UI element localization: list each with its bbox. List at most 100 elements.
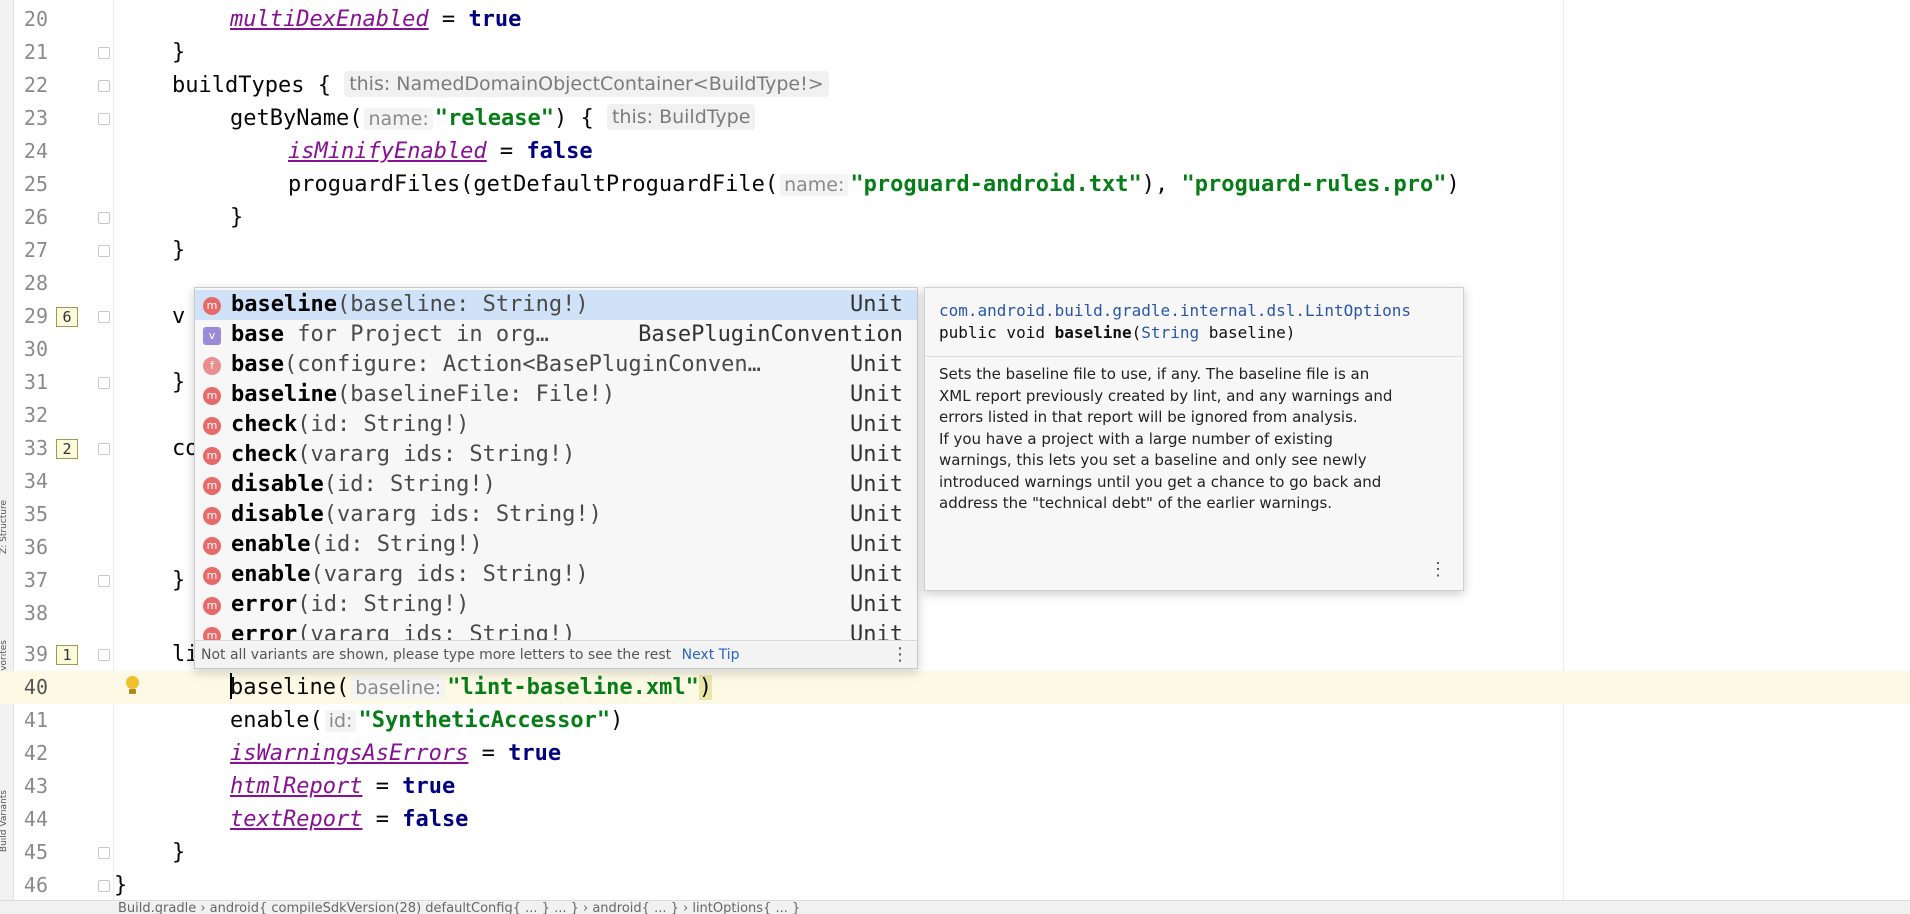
code-text: } — [230, 205, 244, 230]
completion-item-name: base(configure: Action<BasePluginConven… — [231, 352, 761, 377]
completion-item[interactable]: m check(id: String!) Unit — [195, 410, 917, 440]
completion-item[interactable]: m baseline(baselineFile: File!) Unit — [195, 380, 917, 410]
code-line: 42 isWarningsAsErrors = true — [0, 737, 1910, 770]
doc-body-line: XML report previously created by lint, a… — [939, 386, 1393, 405]
completion-item[interactable]: m disable(id: String!) Unit — [195, 470, 917, 500]
code-text: htmlReport = true — [230, 774, 456, 799]
fold-marker-icon[interactable] — [98, 80, 110, 92]
completion-item-type: Unit — [850, 562, 903, 587]
lightbulb-icon[interactable] — [124, 676, 140, 698]
code-line: 25 proguardFiles(getDefaultProguardFile(… — [0, 168, 1910, 201]
usage-count-badge[interactable]: 6 — [56, 307, 78, 327]
line-number: 20 — [23, 7, 48, 31]
completion-item[interactable]: m enable(vararg ids: String!) Unit — [195, 560, 917, 590]
line-number: 42 — [23, 741, 48, 765]
completion-item-name: enable(vararg ids: String!) — [231, 562, 589, 587]
doc-body-line: warnings, this lets you set a baseline a… — [939, 451, 1367, 469]
fold-marker-icon[interactable] — [98, 245, 110, 257]
fold-marker-icon[interactable] — [98, 575, 110, 587]
line-number: 23 — [23, 106, 48, 130]
code-text: proguardFiles(getDefaultProguardFile(nam… — [288, 172, 1460, 197]
completion-item[interactable]: m error(id: String!) Unit — [195, 590, 917, 620]
fold-marker-icon[interactable] — [98, 113, 110, 125]
code-line: 45 } — [0, 836, 1910, 869]
current-code-line: 40 baseline(baseline: "lint-baseline.xml"… — [0, 671, 1910, 704]
code-completion-popup[interactable]: m baseline(baseline: String!) Unit v base fo… — [194, 287, 918, 669]
doc-package[interactable]: com.android.build.gradle.internal.dsl.Li… — [939, 300, 1411, 322]
code-line: 26 } — [0, 201, 1910, 234]
fold-marker-icon[interactable] — [98, 649, 110, 661]
next-tip-link[interactable]: Next Tip — [682, 647, 740, 663]
type-hint: this: NamedDomainObjectContainer<BuildTy… — [344, 71, 829, 97]
completion-item-type: Unit — [850, 382, 903, 407]
code-line: 43 htmlReport = true — [0, 770, 1910, 803]
quick-documentation-popup: com.android.build.gradle.internal.dsl.Li… — [924, 287, 1465, 591]
line-number: 41 — [23, 708, 48, 732]
completion-item-type: Unit — [850, 412, 903, 437]
completion-item[interactable]: f base(configure: Action<BasePluginConven… — [195, 350, 917, 380]
completion-item-type: Unit — [850, 472, 903, 497]
completion-item-name: check(id: String!) — [231, 412, 470, 437]
function-icon: f — [203, 357, 221, 375]
fold-marker-icon[interactable] — [98, 212, 110, 224]
line-number: 39 — [23, 642, 48, 666]
code-text: } — [172, 568, 186, 593]
code-line: 21 } — [0, 36, 1910, 69]
code-line: 46 } — [0, 869, 1910, 902]
completion-item-type: Unit — [850, 592, 903, 617]
fold-marker-icon[interactable] — [98, 880, 110, 892]
code-text: multiDexEnabled = true — [230, 7, 522, 32]
code-text: } — [172, 40, 186, 65]
completion-item[interactable]: m check(vararg ids: String!) Unit — [195, 440, 917, 470]
line-number: 36 — [23, 535, 48, 559]
method-icon: m — [203, 507, 221, 525]
completion-item-type: Unit — [850, 352, 903, 377]
code-text: enable(id: "SyntheticAccessor") — [230, 708, 624, 733]
usage-count-badge[interactable]: 1 — [56, 645, 78, 665]
completion-item-name: base for Project in org… — [231, 322, 549, 347]
line-number: 31 — [23, 370, 48, 394]
breadcrumb[interactable]: Build.gradle › android{ compileSdkVersio… — [0, 900, 1910, 914]
doc-body-line: introduced warnings until you get a chan… — [939, 472, 1382, 491]
completion-item-name: enable(id: String!) — [231, 532, 483, 557]
doc-more-options-icon[interactable]: ⋮ — [1429, 559, 1447, 580]
fold-marker-icon[interactable] — [98, 377, 110, 389]
line-number: 35 — [23, 502, 48, 526]
line-number: 21 — [23, 40, 48, 64]
completion-item[interactable]: m baseline(baseline: String!) Unit — [195, 290, 917, 320]
completion-item-name: error(id: String!) — [231, 592, 470, 617]
code-text: textReport = false — [230, 807, 469, 832]
param-hint: name: — [364, 108, 433, 130]
fold-marker-icon[interactable] — [98, 443, 110, 455]
completion-item-type: Unit — [850, 292, 903, 317]
code-line: 44 textReport = false — [0, 803, 1910, 836]
fold-marker-icon[interactable] — [98, 311, 110, 323]
param-hint: id: — [324, 710, 357, 732]
line-number: 45 — [23, 840, 48, 864]
completion-item-name: baseline(baseline: String!) — [231, 292, 589, 317]
code-line: 20 multiDexEnabled = true — [0, 3, 1910, 36]
doc-body-line: If you have a project with a large numbe… — [939, 429, 1333, 448]
code-text: } — [172, 840, 186, 865]
doc-body-line: Sets the baseline file to use, if any. T… — [939, 365, 1370, 383]
variable-icon: v — [203, 327, 221, 345]
completion-item-name: check(vararg ids: String!) — [231, 442, 576, 467]
line-number: 40 — [23, 675, 48, 699]
completion-footer: Not all variants are shown, please type … — [195, 640, 917, 668]
code-text: buildTypes { this: NamedDomainObjectCont… — [172, 69, 829, 102]
completion-item[interactable]: v base for Project in org… BasePluginConve… — [195, 320, 917, 350]
method-icon: m — [203, 567, 221, 585]
more-options-icon[interactable]: ⋮ — [891, 641, 909, 668]
fold-marker-icon[interactable] — [98, 847, 110, 859]
type-hint: this: BuildType — [606, 104, 756, 130]
fold-marker-icon[interactable] — [98, 47, 110, 59]
completion-item-type: Unit — [850, 532, 903, 557]
method-icon: m — [203, 477, 221, 495]
completion-item-name: disable(id: String!) — [231, 472, 496, 497]
code-text: isMinifyEnabled = false — [288, 139, 593, 164]
usage-count-badge[interactable]: 2 — [56, 439, 78, 459]
code-text: getByName(name: "release") { this: BuildT… — [230, 102, 756, 135]
completion-footer-text: Not all variants are shown, please type … — [201, 647, 672, 663]
completion-item[interactable]: m enable(id: String!) Unit — [195, 530, 917, 560]
completion-item[interactable]: m disable(vararg ids: String!) Unit — [195, 500, 917, 530]
